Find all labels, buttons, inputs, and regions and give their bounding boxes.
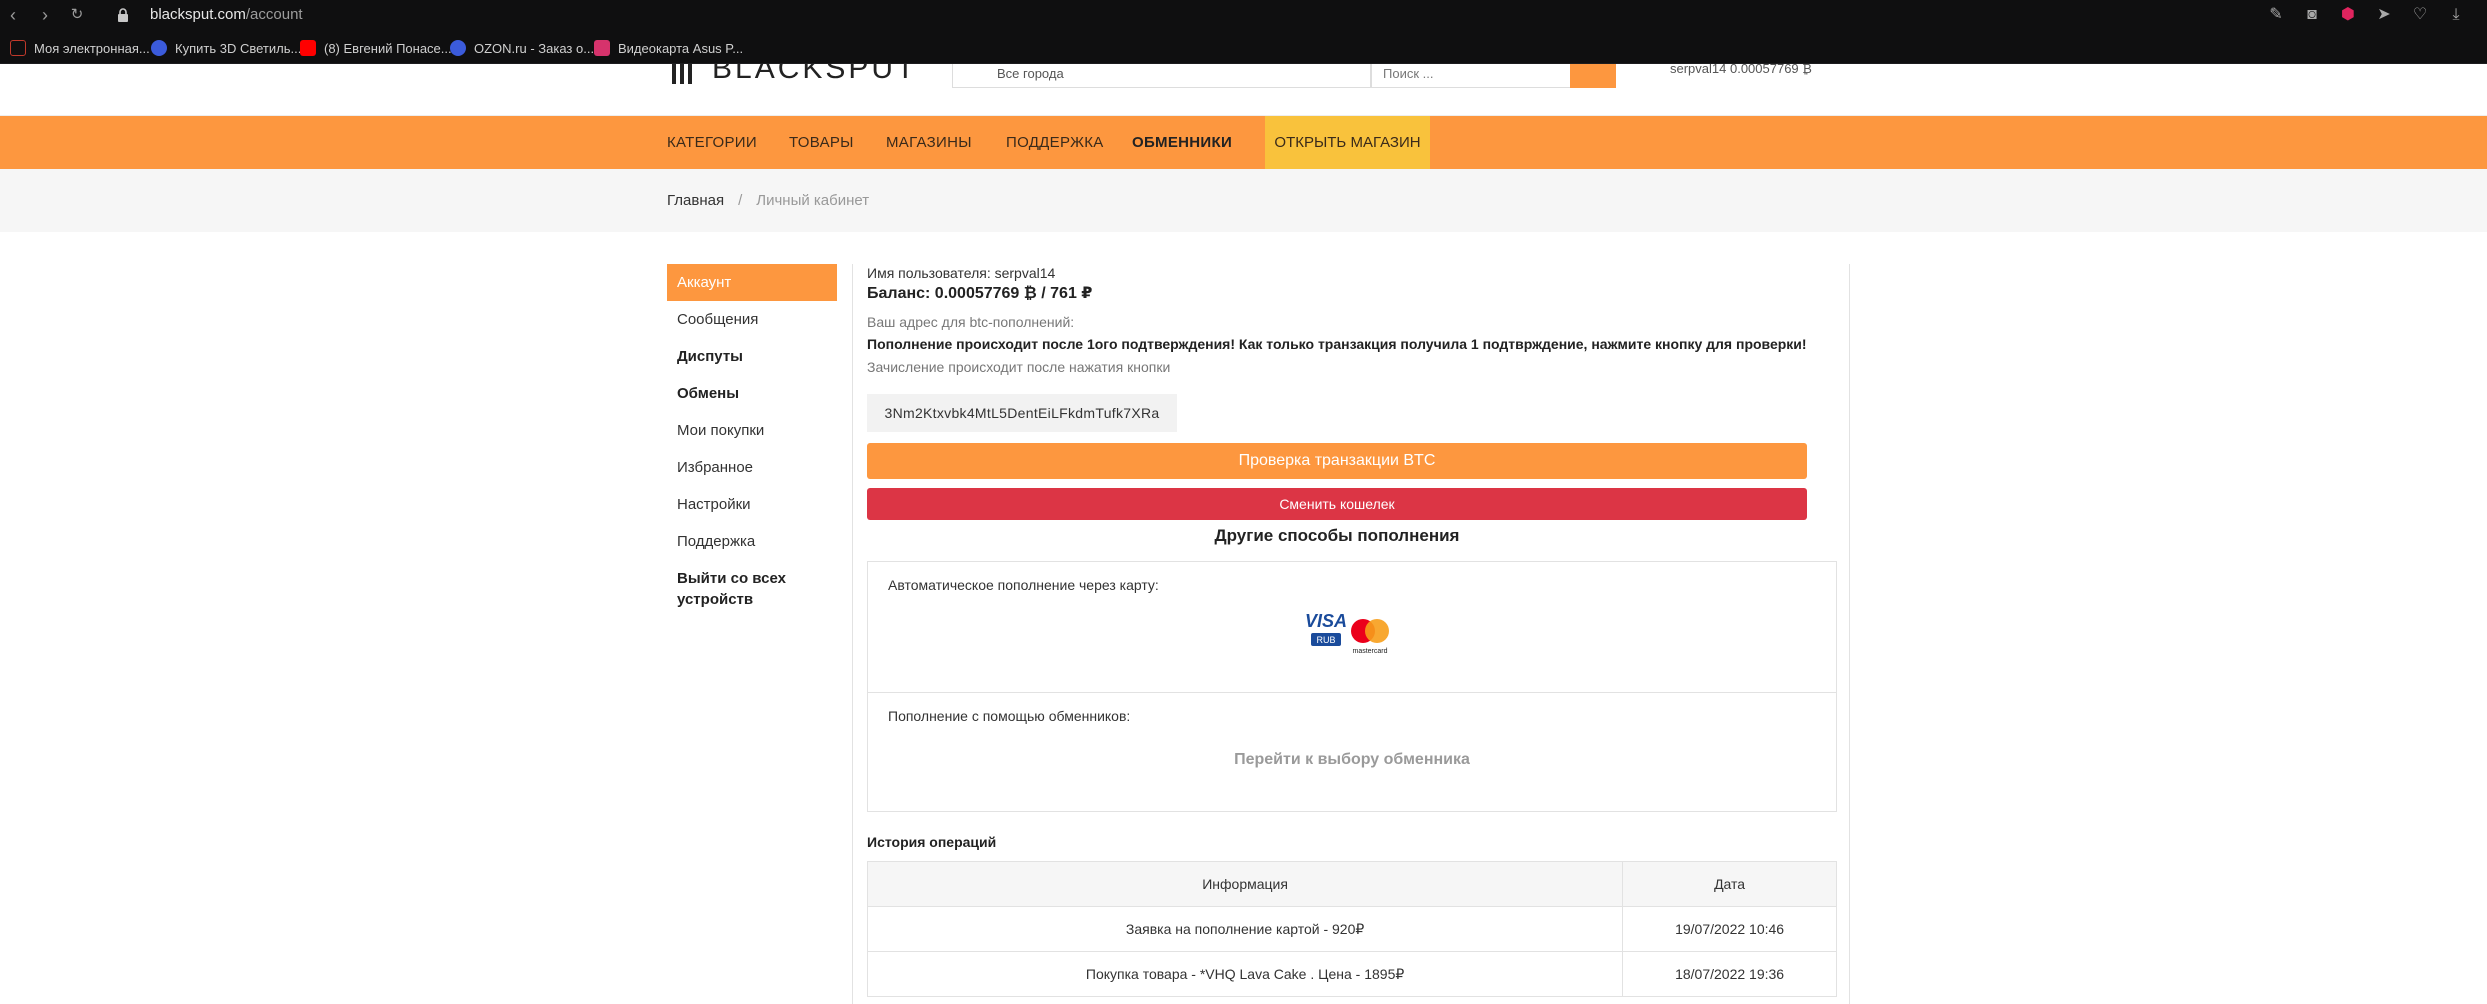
address-label: Ваш адрес для btc-пополнений: [867,314,1075,330]
camera-icon[interactable]: ◙ [2301,4,2323,26]
breadcrumb-separator: / [738,192,743,209]
wallet-address[interactable]: 3Nm2Ktxvbk4MtL5DentEiLFkdmTufk7XRa [867,394,1177,432]
table-row: Заявка на пополнение картой - 920₽ 19/07… [866,906,1837,952]
forward-icon[interactable]: › [34,4,56,26]
nav-shops[interactable]: МАГАЗИНЫ [886,116,972,169]
bookmark-icon [450,40,466,56]
search-button[interactable] [1570,64,1616,88]
card-topup-label: Автоматическое пополнение через карту: [888,577,1159,593]
sidebar-item-messages[interactable]: Сообщения [667,301,837,338]
change-wallet-button[interactable]: Сменить кошелек [867,488,1807,520]
exchanger-label: Пополнение с помощью обменников: [888,708,1131,724]
other-methods-title: Другие способы пополнения [1214,526,1460,545]
bookmark-label: (8) Евгений Понасе... [324,40,452,56]
nav-categories[interactable]: КАТЕГОРИИ [667,116,757,169]
bookmark-label: Купить 3D Светиль... [175,40,302,56]
exchanger-topup-box: Пополнение с помощью обменников: Перейти… [867,692,1837,812]
logo-text[interactable]: BLACKSPUT [712,64,917,86]
url-domain: blacksput.com [150,6,246,23]
shield-icon[interactable]: ⬢ [2337,4,2359,26]
nav-support[interactable]: ПОДДЕРЖКА [1006,116,1104,169]
username-text: Имя пользователя: serpval14 [867,265,1056,281]
download-icon[interactable]: ⤓ [2445,4,2467,26]
history-table: Информация Дата Заявка на пополнение кар… [866,861,1837,997]
breadcrumb-band: Главная / Личный кабинет [0,169,2487,232]
history-date-cell: 19/07/2022 10:46 [1622,906,1837,952]
bookmark-icon [594,40,610,56]
mastercard-text: mastercard [1352,648,1387,655]
history-info-cell: Заявка на пополнение картой - 920₽ [866,906,1624,952]
bookmark-label: Моя электронная... [34,40,150,56]
account-sidebar: Аккаунт Сообщения Диспуты Обмены Мои пок… [667,264,837,610]
bookmark-label: OZON.ru - Заказ о... [474,40,595,56]
city-select[interactable]: Все города [952,64,1372,88]
confirmation-notice: Пополнение происходит после 1ого подтвер… [867,336,1807,352]
sidebar-item-logout-all[interactable]: Выйти со всех устройств [667,560,787,610]
history-header-row: Информация Дата [866,861,1837,907]
bookmark-item[interactable]: Видеокарта Asus P... [594,38,743,58]
history-title: История операций [867,834,997,850]
lock-icon [118,8,128,22]
balance-text: Баланс: 0.00057769 ₿ / 761 ₽ [867,285,1093,302]
nav-exchangers[interactable]: ОБМЕННИКИ [1132,116,1232,169]
bookmark-item[interactable]: OZON.ru - Заказ о... [450,38,594,58]
history-header-date: Дата [1622,861,1837,907]
account-panel: Имя пользователя: serpval14 Баланс: 0.00… [852,264,1850,1004]
history-info-cell: Покупка товара - *VHQ Lava Cake . Цена -… [866,951,1624,997]
browser-toolbar: ‹ › ↻ blacksput.com/account ✎ ◙ ⬢ ➤ ♡ ⤓ [0,0,2487,30]
bookmark-label: Видеокарта Asus P... [618,40,744,56]
bookmark-item[interactable]: Моя электронная... [10,38,150,58]
sidebar-item-account[interactable]: Аккаунт [667,264,837,301]
exchanger-link[interactable]: Перейти к выбору обменника [868,751,1836,769]
sidebar-item-support[interactable]: Поддержка [667,523,837,560]
card-payment-logos[interactable]: VISA RUB mastercard [1301,609,1411,659]
history-header-info: Информация [866,861,1624,907]
open-shop-button[interactable]: ОТКРЫТЬ МАГАЗИН [1265,116,1430,169]
check-transaction-button[interactable]: Проверка транзакции BTC [867,443,1807,479]
address-bar[interactable]: blacksput.com/account [150,6,303,23]
reload-icon[interactable]: ↻ [66,4,88,26]
credit-note: Зачисление происходит после нажатия кноп… [867,359,1171,375]
youtube-icon [300,40,316,56]
bookmark-item[interactable]: (8) Евгений Понасе... [300,38,452,58]
sidebar-item-disputes[interactable]: Диспуты [667,338,837,375]
sidebar-item-settings[interactable]: Настройки [667,486,837,523]
bookmark-icon [10,40,26,56]
card-topup-box: Автоматическое пополнение через карту: V… [867,561,1837,693]
main-nav: КАТЕГОРИИ ТОВАРЫ МАГАЗИНЫ ПОДДЕРЖКА ОБМЕ… [0,116,2487,169]
history-date-cell: 18/07/2022 19:36 [1622,951,1837,997]
breadcrumb-home[interactable]: Главная [667,192,724,209]
breadcrumb: Главная / Личный кабинет [667,192,869,209]
edit-icon[interactable]: ✎ [2265,4,2287,26]
bookmark-icon [151,40,167,56]
bookmark-item[interactable]: Купить 3D Светиль... [151,38,301,58]
bookmarks-bar: Моя электронная... Купить 3D Светиль... … [0,30,2487,64]
url-path: /account [245,6,303,23]
sidebar-item-exchanges[interactable]: Обмены [667,375,837,412]
breadcrumb-current: Личный кабинет [756,192,870,209]
site-header: BLACKSPUT Все города Поиск ... serpval14… [0,64,2487,116]
header-balance: serpval14 0.00057769 ₿ [1670,64,1812,76]
back-icon[interactable]: ‹ [2,4,24,26]
send-icon[interactable]: ➤ [2373,4,2395,26]
mastercard-circle-orange [1365,619,1389,643]
search-input[interactable]: Поиск ... [1370,64,1572,88]
nav-products[interactable]: ТОВАРЫ [789,116,854,169]
sidebar-item-favorites[interactable]: Избранное [667,449,837,486]
visa-logo: VISA [1305,611,1347,631]
sidebar-item-purchases[interactable]: Мои покупки [667,412,837,449]
rub-text: RUB [1316,635,1335,645]
logo-icon [672,64,692,84]
heart-icon[interactable]: ♡ [2409,4,2431,26]
table-row: Покупка товара - *VHQ Lava Cake . Цена -… [866,951,1837,997]
